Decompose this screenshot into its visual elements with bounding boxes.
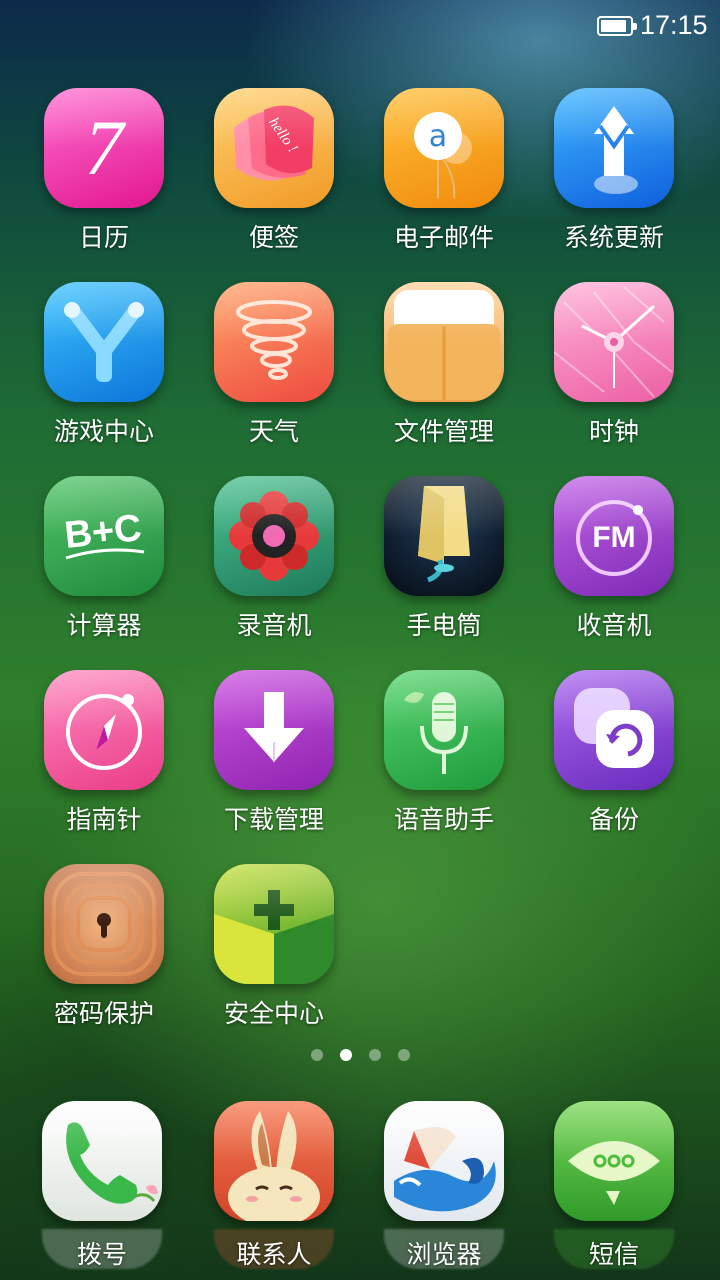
page-dot-1[interactable] xyxy=(311,1049,323,1061)
voice-assistant-icon xyxy=(384,670,504,790)
app-radio[interactable]: FM 收音机 xyxy=(529,476,699,656)
file-manager-icon xyxy=(384,282,504,402)
app-password-protect[interactable]: 密码保护 xyxy=(19,864,189,1044)
dock-label: 浏览器 xyxy=(406,1240,482,1269)
compass-icon xyxy=(44,670,164,790)
status-bar: 17:15 xyxy=(0,0,720,52)
app-label: 天气 xyxy=(248,417,299,446)
messages-icon xyxy=(554,1101,674,1221)
dock-label: 短信 xyxy=(588,1240,639,1269)
status-time: 17:15 xyxy=(640,10,708,40)
email-icon: a xyxy=(384,88,504,208)
app-label: 手电筒 xyxy=(406,611,482,640)
notes-hello-text: hello ! xyxy=(264,114,301,156)
app-game-center[interactable]: 游戏中心 xyxy=(19,282,189,462)
app-system-update[interactable]: 系统更新 xyxy=(529,88,699,268)
app-label: 收音机 xyxy=(576,611,652,640)
contacts-icon xyxy=(214,1101,334,1221)
download-manager-icon xyxy=(214,670,334,790)
calculator-icon: B+C xyxy=(44,476,164,596)
app-label: 语音助手 xyxy=(393,805,494,834)
app-label: 录音机 xyxy=(236,611,312,640)
app-weather[interactable]: 天气 xyxy=(189,282,359,462)
password-protect-icon xyxy=(44,864,164,984)
page-indicator[interactable] xyxy=(0,1049,720,1063)
weather-icon xyxy=(214,282,334,402)
clock-icon xyxy=(554,282,674,402)
phone-icon xyxy=(42,1101,162,1221)
app-label: 日历 xyxy=(78,223,129,252)
dock-app-messages[interactable]: 短信 xyxy=(529,1101,699,1280)
app-label: 密码保护 xyxy=(53,999,154,1028)
app-calculator[interactable]: B+C 计算器 xyxy=(19,476,189,656)
battery-level-fill xyxy=(601,20,627,32)
email-at-letter: a xyxy=(428,118,448,154)
app-compass[interactable]: 指南针 xyxy=(19,670,189,850)
battery-icon xyxy=(597,16,637,36)
app-label: 电子邮件 xyxy=(393,223,494,252)
app-label: 安全中心 xyxy=(223,999,324,1028)
app-label: 指南针 xyxy=(66,805,142,834)
page-dot-2-active[interactable] xyxy=(340,1049,352,1061)
app-backup[interactable]: 备份 xyxy=(529,670,699,850)
backup-icon xyxy=(554,670,674,790)
app-voice-assistant[interactable]: 语音助手 xyxy=(359,670,529,850)
recorder-icon xyxy=(214,476,334,596)
game-center-icon xyxy=(44,282,164,402)
app-label: 文件管理 xyxy=(393,417,494,446)
radio-icon: FM xyxy=(554,476,674,596)
app-label: 便签 xyxy=(248,223,299,252)
notes-icon: hello ! xyxy=(214,88,334,208)
app-label: 系统更新 xyxy=(563,223,664,252)
dock-app-phone[interactable]: 拨号 xyxy=(17,1101,187,1280)
browser-icon xyxy=(384,1101,504,1221)
dock-label: 拨号 xyxy=(76,1240,127,1269)
radio-fm-text: FM xyxy=(592,521,636,554)
app-label: 下载管理 xyxy=(223,805,324,834)
app-security-center[interactable]: 安全中心 xyxy=(189,864,359,1044)
app-label: 计算器 xyxy=(66,611,142,640)
app-download-manager[interactable]: 下载管理 xyxy=(189,670,359,850)
dock-label: 联系人 xyxy=(236,1240,312,1269)
dock-app-browser[interactable]: 浏览器 xyxy=(359,1101,529,1280)
dock: 拨号 联系人 浏览器 短信 xyxy=(0,1095,720,1280)
app-notes[interactable]: hello ! 便签 xyxy=(189,88,359,268)
page-dot-3[interactable] xyxy=(369,1049,381,1061)
app-label: 备份 xyxy=(588,805,639,834)
app-file-manager[interactable]: 文件管理 xyxy=(359,282,529,462)
calendar-icon: 7 xyxy=(44,88,164,208)
app-clock[interactable]: 时钟 xyxy=(529,282,699,462)
app-label: 时钟 xyxy=(588,417,639,446)
security-center-icon xyxy=(214,864,334,984)
app-flashlight[interactable]: 手电筒 xyxy=(359,476,529,656)
app-recorder[interactable]: 录音机 xyxy=(189,476,359,656)
page-dot-4[interactable] xyxy=(398,1049,410,1061)
flashlight-icon xyxy=(384,476,504,596)
system-update-icon xyxy=(554,88,674,208)
dock-app-contacts[interactable]: 联系人 xyxy=(189,1101,359,1280)
app-label: 游戏中心 xyxy=(53,417,154,446)
app-email[interactable]: a 电子邮件 xyxy=(359,88,529,268)
calendar-date: 7 xyxy=(84,104,124,191)
app-calendar[interactable]: 7 日历 xyxy=(19,88,189,268)
